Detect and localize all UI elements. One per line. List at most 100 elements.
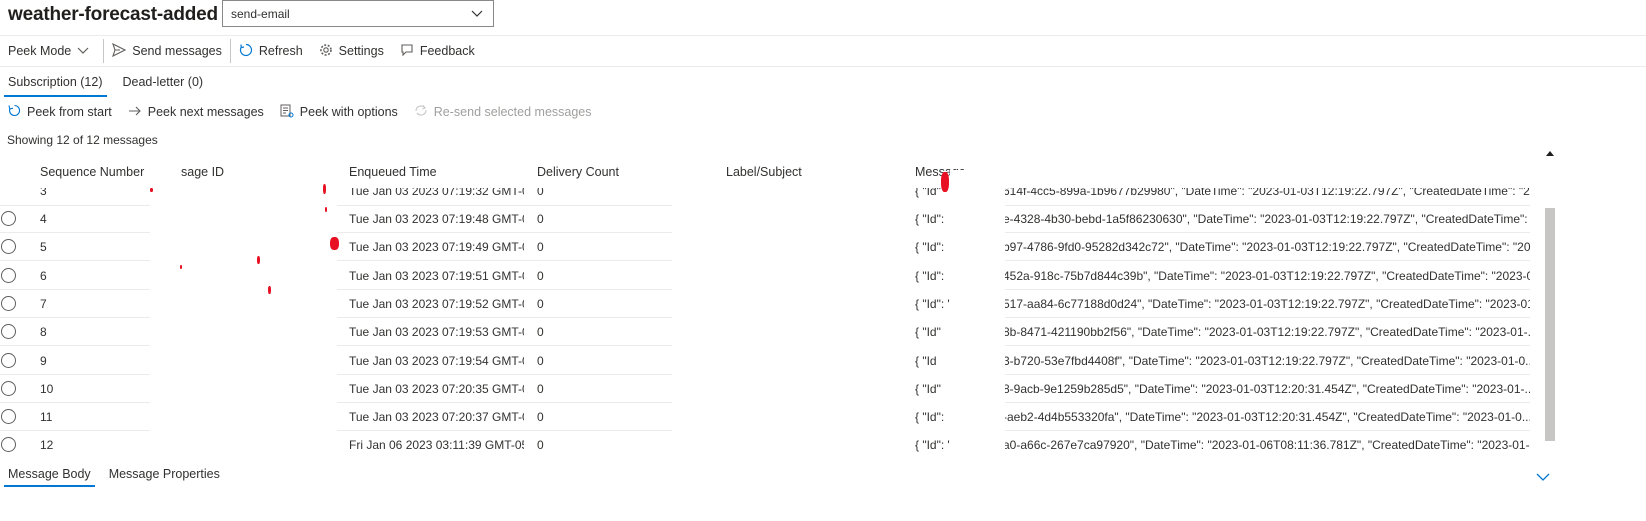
peek-from-start-button[interactable]: Peek from start	[0, 104, 120, 120]
delivery-count-cell: 0	[537, 240, 544, 255]
message-body-cell-start: { "Id":	[915, 268, 945, 283]
feedback-icon	[400, 43, 420, 60]
command-bar: Peek Mode Send messages Refresh Settings…	[0, 35, 1646, 67]
subscription-dropdown-value: send-email	[231, 6, 290, 21]
delivery-count-cell: 0	[537, 212, 544, 226]
chevron-down-icon[interactable]	[1536, 470, 1550, 485]
sequence-number-cell: 11	[40, 410, 53, 425]
settings-label: Settings	[338, 44, 384, 58]
delivery-count-cell: 0	[537, 325, 544, 340]
resend-icon	[414, 104, 434, 120]
enqueued-time-cell: Fri Jan 06 2023 03:11:39 GMT-05...	[349, 438, 524, 453]
row-select-radio[interactable]	[1, 352, 16, 368]
enqueued-time-cell: Tue Jan 03 2023 07:19:32 GMT-0...	[349, 188, 524, 198]
chevron-down-icon	[77, 44, 95, 58]
scroll-thumb[interactable]	[1545, 208, 1555, 441]
row-select-radio[interactable]	[1, 211, 16, 226]
feedback-label: Feedback	[419, 44, 475, 58]
column-header-sequence-number[interactable]: Sequence Number	[40, 165, 144, 179]
redaction-mask	[950, 170, 1005, 462]
arrow-right-icon	[128, 105, 148, 120]
message-body-cell-start: { "Id"	[915, 381, 941, 396]
redaction-mask	[150, 183, 335, 459]
subscription-dropdown[interactable]: send-email	[222, 0, 494, 27]
redaction-mark	[325, 207, 327, 212]
refresh-icon	[239, 43, 259, 60]
feedback-button[interactable]: Feedback	[392, 36, 483, 66]
message-body-cell-rest: -aeb2-4d4b553320fa", "DateTime": "2023-0…	[1003, 410, 1530, 425]
message-body-cell-rest: 614f-4cc5-899a-1b9677b29980", "DateTime"…	[1003, 188, 1530, 198]
column-header-enqueued-time[interactable]: Enqueued Time	[349, 165, 437, 179]
tab-message-properties[interactable]: Message Properties	[101, 467, 228, 487]
tab-message-body[interactable]: Message Body	[0, 467, 99, 487]
resend-button[interactable]: Re-send selected messages	[406, 104, 600, 120]
row-select-radio[interactable]	[1, 437, 16, 453]
enqueued-time-cell: Tue Jan 03 2023 07:19:48 GMT-0...	[349, 212, 524, 226]
tab-subscription[interactable]: Subscription (12)	[0, 71, 111, 97]
message-body-cell-rest: b97-4786-9fd0-95282d342c72", "DateTime":…	[1003, 240, 1530, 255]
refresh-label: Refresh	[258, 44, 303, 58]
enqueued-time-cell: Tue Jan 03 2023 07:19:54 GMT-0...	[349, 353, 524, 368]
row-select-radio[interactable]	[1, 409, 16, 425]
message-body-cell-start: { "Id":	[915, 410, 945, 425]
tab-dead-letter[interactable]: Dead-letter (0)	[115, 71, 212, 97]
send-icon	[112, 42, 132, 60]
message-body-cell-rest: 452a-918c-75b7d844c39b", "DateTime": "20…	[1003, 268, 1530, 283]
delivery-count-cell: 0	[537, 438, 544, 453]
message-body-cell-rest: 8b-8471-421190bb2f56", "DateTime": "2023…	[1003, 325, 1530, 340]
sequence-number-cell: 3	[40, 188, 47, 198]
delivery-count-cell: 0	[537, 296, 544, 311]
message-body-cell-rest: 517-aa84-6c77188d0d24", "DateTime": "202…	[1003, 296, 1530, 311]
send-messages-button[interactable]: Send messages	[104, 36, 230, 66]
redaction-mark	[150, 188, 153, 192]
enqueued-time-cell: Tue Jan 03 2023 07:20:37 GMT-0...	[349, 410, 524, 425]
enqueued-time-cell: Tue Jan 03 2023 07:20:35 GMT-0...	[349, 381, 524, 396]
row-select-radio[interactable]	[1, 239, 16, 255]
chevron-down-icon	[471, 7, 483, 21]
message-body-cell-rest: 8-9acb-9e1259b285d5", "DateTime": "2023-…	[1003, 381, 1530, 396]
enqueued-time-cell: Tue Jan 03 2023 07:19:53 GMT-0...	[349, 325, 524, 340]
peek-with-options-button[interactable]: Peek with options	[272, 104, 406, 121]
row-select-radio[interactable]	[1, 267, 16, 283]
scroll-up-icon[interactable]	[1545, 145, 1555, 160]
sequence-number-cell: 5	[40, 240, 47, 255]
message-body-cell-start: { "Id":	[915, 240, 945, 255]
sequence-number-cell: 9	[40, 353, 47, 368]
redaction-mark	[268, 286, 271, 294]
enqueued-time-cell: Tue Jan 03 2023 07:19:52 GMT-0...	[349, 296, 524, 311]
redaction-mark	[257, 256, 260, 264]
sequence-number-cell: 12	[40, 438, 54, 453]
peek-next-label: Peek next messages	[147, 105, 264, 119]
row-select-radio[interactable]	[1, 380, 16, 396]
peek-next-button[interactable]: Peek next messages	[120, 105, 272, 120]
message-body-cell-start: { "Id":	[915, 212, 945, 226]
message-body-cell-start: { "Id": "	[915, 296, 952, 311]
grid-scrollbar[interactable]	[1542, 143, 1556, 443]
sequence-number-cell: 6	[40, 268, 47, 283]
sequence-number-cell: 4	[40, 212, 47, 226]
delivery-count-cell: 0	[537, 410, 544, 425]
row-select-radio[interactable]	[1, 295, 16, 311]
redaction-mark	[330, 237, 339, 250]
column-header-label-subject[interactable]: Label/Subject	[726, 165, 802, 179]
message-count-status: Showing 12 of 12 messages	[7, 133, 158, 147]
settings-button[interactable]: Settings	[311, 36, 392, 66]
redaction-mark	[323, 184, 326, 194]
message-body-cell-rest: a0-a66c-267e7ca97920", "DateTime": "2023…	[1003, 438, 1530, 453]
enqueued-time-cell: Tue Jan 03 2023 07:19:49 GMT-0...	[349, 240, 524, 255]
refresh-button[interactable]: Refresh	[231, 36, 311, 66]
row-select-radio[interactable]	[1, 324, 16, 340]
detail-tab-bar: Message Body Message Properties	[0, 467, 228, 489]
sequence-number-cell: 8	[40, 325, 47, 340]
tab-bar: Subscription (12) Dead-letter (0)	[0, 71, 211, 97]
send-messages-label: Send messages	[132, 44, 222, 58]
peek-with-options-label: Peek with options	[299, 105, 398, 119]
sequence-number-cell: 10	[40, 381, 54, 396]
column-header-delivery-count[interactable]: Delivery Count	[537, 165, 619, 179]
column-header-message-id[interactable]: sage ID	[181, 165, 224, 179]
peek-toolbar: Peek from start Peek next messages Peek …	[0, 101, 600, 123]
message-body-cell-rest: 3-b720-53e7fbd4408f", "DateTime": "2023-…	[1003, 353, 1530, 368]
delivery-count-cell: 0	[537, 353, 544, 368]
restart-icon	[8, 104, 27, 120]
peek-mode-dropdown[interactable]: Peek Mode	[0, 36, 103, 66]
